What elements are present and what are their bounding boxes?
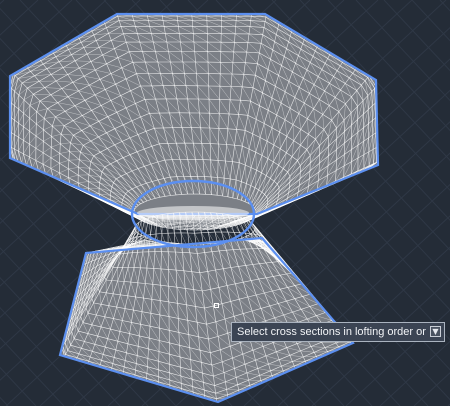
loft-scene[interactable] xyxy=(0,0,450,406)
command-prompt-tooltip: Select cross sections in lofting order o… xyxy=(231,322,445,342)
command-prompt-text: Select cross sections in lofting order o… xyxy=(237,326,426,338)
down-arrow-icon[interactable]: ▼ xyxy=(430,326,441,337)
pickbox-cursor-icon xyxy=(214,303,219,308)
drawing-viewport[interactable]: Select cross sections in lofting order o… xyxy=(0,0,450,406)
lower-pentagon-cross-section[interactable] xyxy=(58,211,355,404)
